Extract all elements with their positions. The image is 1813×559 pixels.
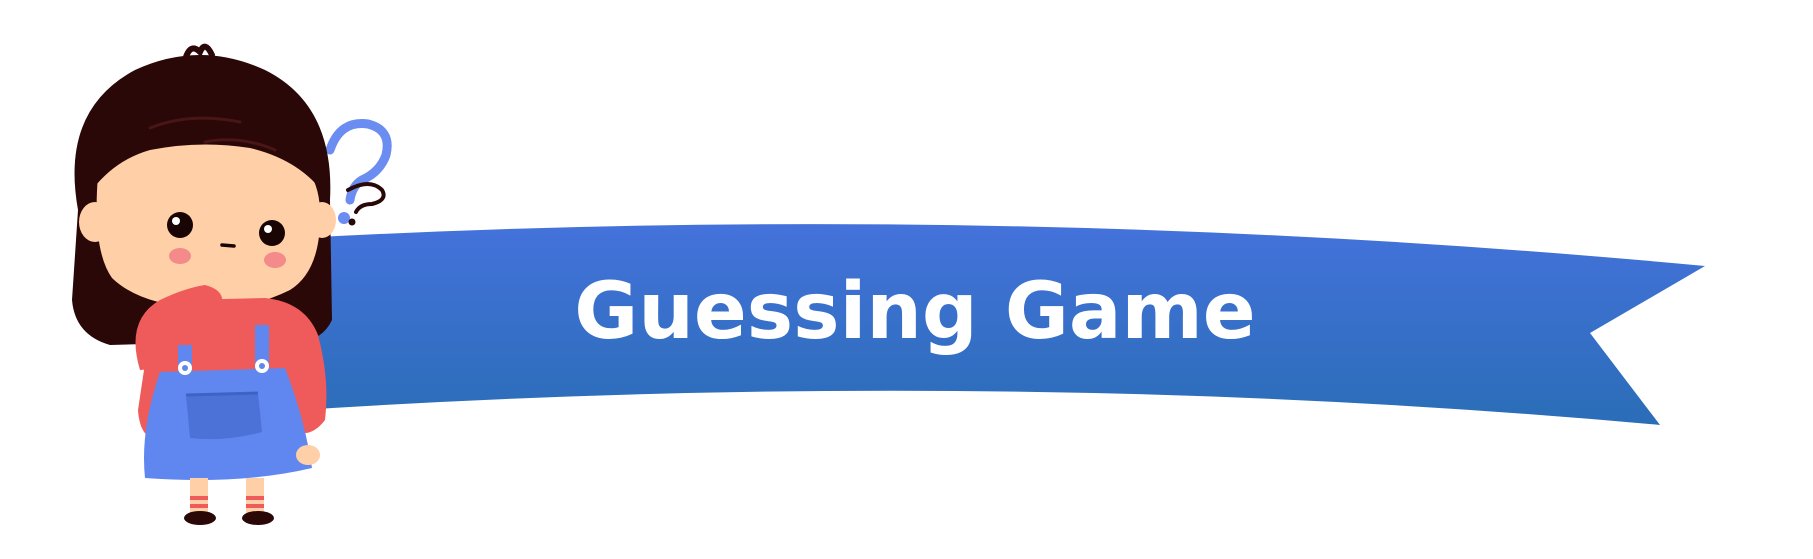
ribbon-banner: Guessing Game: [300, 224, 1705, 425]
thinking-girl-icon: [72, 43, 336, 525]
title-scene: Guessing Game: [72, 43, 1705, 525]
question-mark-icon: [325, 119, 392, 226]
game-title: Guessing Game: [574, 267, 1255, 357]
